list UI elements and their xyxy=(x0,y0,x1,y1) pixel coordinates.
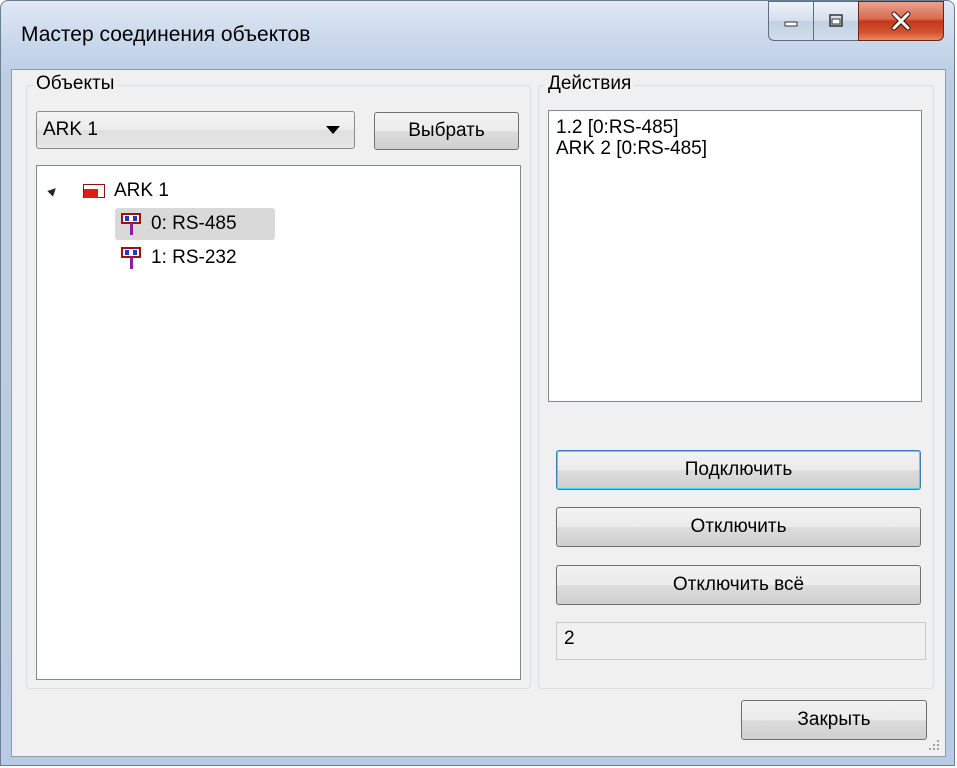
title-bar[interactable]: Мастер соединения объектов xyxy=(1,1,954,69)
caption-buttons xyxy=(768,1,944,41)
close-icon xyxy=(891,11,911,31)
chevron-down-icon[interactable] xyxy=(326,126,340,134)
minimize-button[interactable] xyxy=(768,1,814,41)
disconnect-button[interactable]: Отключить xyxy=(556,507,921,547)
tree-node-port-0[interactable]: 0: RS-485 xyxy=(121,208,237,240)
resize-grip-icon[interactable] xyxy=(927,738,941,752)
port-icon xyxy=(121,247,141,269)
actions-group: Действия 1.2 [0:RS-485] ARK 2 [0:RS-485]… xyxy=(538,72,934,689)
maximize-button[interactable] xyxy=(813,1,859,41)
tree-node-port-1[interactable]: 1: RS-232 xyxy=(121,242,237,274)
minimize-icon xyxy=(784,21,798,27)
objects-group-label: Объекты xyxy=(33,72,118,96)
object-combo-value: ARK 1 xyxy=(43,119,98,140)
dialog-content: Объекты ARK 1 Выбрать ARK 1 0: RS-485 1:… xyxy=(11,69,946,757)
maximize-icon xyxy=(829,14,843,27)
port-icon xyxy=(121,213,141,235)
objects-tree[interactable]: ARK 1 0: RS-485 1: RS-232 xyxy=(36,165,521,680)
list-item[interactable]: 1.2 [0:RS-485] xyxy=(556,117,914,138)
select-button[interactable]: Выбрать xyxy=(374,112,519,150)
expander-icon[interactable] xyxy=(47,185,59,197)
dialog-window: Мастер соединения объектов Объекты ARK 1… xyxy=(0,0,955,766)
device-icon xyxy=(83,184,105,198)
tree-node-label: ARK 1 xyxy=(114,180,169,201)
actions-list[interactable]: 1.2 [0:RS-485] ARK 2 [0:RS-485] xyxy=(548,110,922,402)
objects-group: Объекты ARK 1 Выбрать ARK 1 0: RS-485 1:… xyxy=(26,72,531,689)
tree-node-label: 0: RS-485 xyxy=(151,213,237,234)
actions-group-label: Действия xyxy=(545,72,635,96)
close-button[interactable]: Закрыть xyxy=(741,700,927,740)
connect-button[interactable]: Подключить xyxy=(556,450,921,490)
window-title: Мастер соединения объектов xyxy=(21,23,311,46)
tree-node-label: 1: RS-232 xyxy=(151,247,237,268)
object-combo[interactable]: ARK 1 xyxy=(36,111,355,149)
connections-count-field: 2 xyxy=(556,622,926,660)
close-window-button[interactable] xyxy=(858,1,944,41)
disconnect-all-button[interactable]: Отключить всё xyxy=(556,565,921,605)
list-item[interactable]: ARK 2 [0:RS-485] xyxy=(556,138,914,159)
tree-node-root[interactable]: ARK 1 xyxy=(47,175,169,207)
